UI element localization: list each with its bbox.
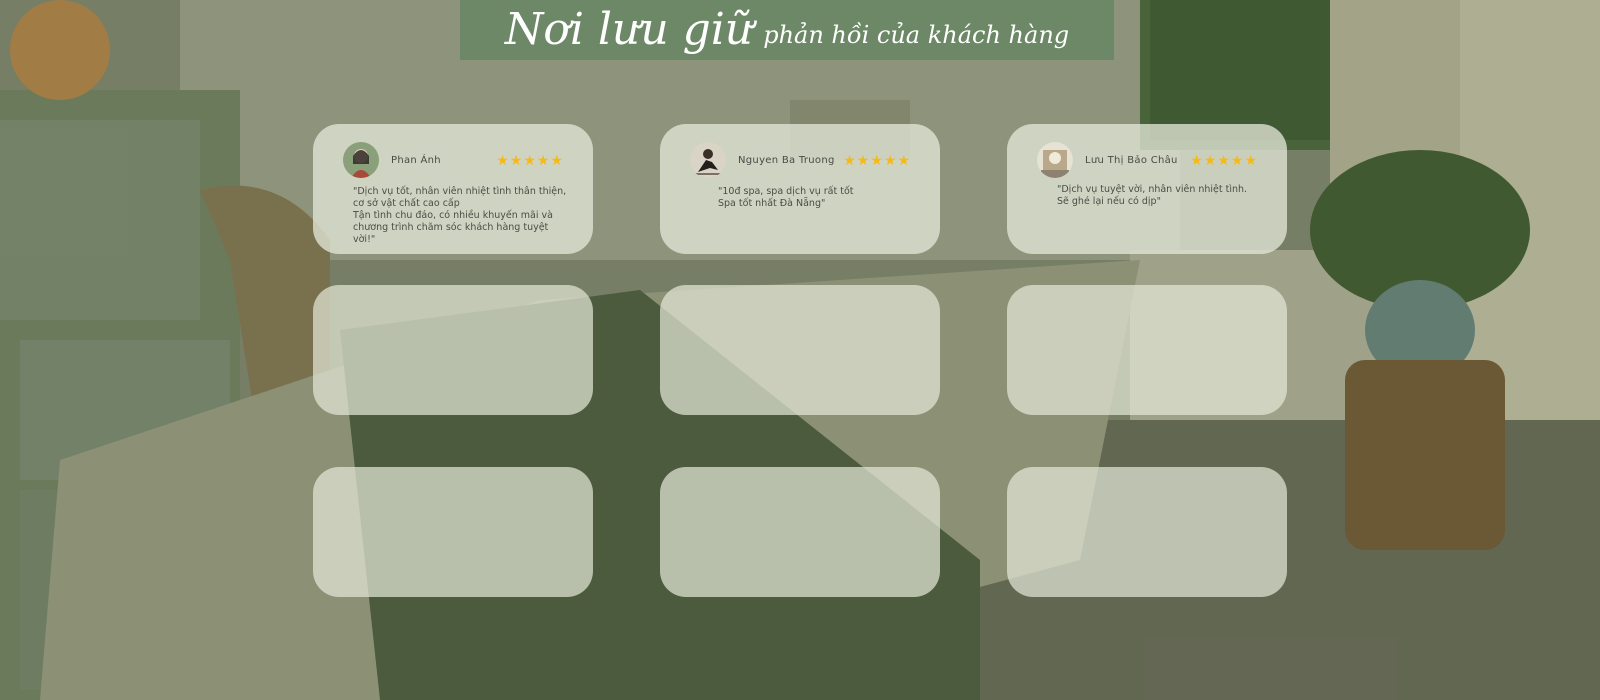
review-line: Tận tình chu đáo, có nhiều khuyến mãi và [353,210,553,221]
reviewer-name: Nguyen Ba Truong [738,154,835,166]
page-header: Nơi lưu giữ phản hồi của khách hàng [460,0,1114,60]
review-text: "Dịch vụ tốt, nhân viên nhiệt tình thân … [353,186,573,246]
review-card-header: Phan Ánh ★ ★ ★ ★ ★ [343,142,563,178]
star-icon: ★ [1244,152,1257,168]
empty-review-card [1007,285,1287,415]
reviewer-name: Lưu Thị Bảo Châu [1085,154,1178,166]
review-card-header: Lưu Thị Bảo Châu ★ ★ ★ ★ ★ [1037,142,1257,178]
star-rating: ★ ★ ★ ★ ★ [1190,153,1257,167]
empty-review-card [313,285,593,415]
review-text: "10đ spa, spa dịch vụ rất tốt Spa tốt nh… [718,186,920,210]
star-icon: ★ [550,152,563,168]
review-line: "Dịch vụ tuyệt vời, nhân viên nhiệt tình… [1057,184,1248,195]
review-line: cơ sở vật chất cao cấp [353,198,460,209]
star-icon: ★ [883,152,897,168]
review-line: "Dịch vụ tốt, nhân viên nhiệt tình thân … [353,186,567,197]
review-line: Sẽ ghé lại nếu có dịp" [1057,196,1161,207]
review-line: chương trình chăm sóc khách hàng tuyệt v… [353,222,549,245]
review-card: Lưu Thị Bảo Châu ★ ★ ★ ★ ★ "Dịch vụ tuyệ… [1007,124,1287,254]
star-rating: ★ ★ ★ ★ ★ [843,153,910,167]
user-avatar [1037,142,1073,178]
star-icon: ★ [509,152,523,168]
star-icon: ★ [1217,152,1230,168]
star-icon: ★ [843,152,856,168]
review-card-header: Nguyen Ba Truong ★ ★ ★ ★ ★ [690,142,910,178]
star-rating: ★ ★ ★ ★ ★ [496,153,563,167]
avatar-image [690,142,726,178]
avatar-image [1037,142,1073,178]
star-icon: ★ [523,152,536,168]
review-card: Phan Ánh ★ ★ ★ ★ ★ "Dịch vụ tốt, nhân vi… [313,124,593,254]
empty-review-card [1007,467,1287,597]
user-avatar [343,142,379,178]
empty-review-card [313,467,593,597]
user-avatar [690,142,726,178]
star-icon: ★ [1190,152,1203,168]
review-line: "10đ spa, spa dịch vụ rất tốt [718,186,854,197]
page-subtitle: phản hồi của khách hàng [763,21,1070,49]
review-line: Spa tốt nhất Đà Nẵng" [718,198,826,209]
star-icon: ★ [897,152,910,168]
page-title: Nơi lưu giữ [504,4,754,55]
star-icon: ★ [870,152,883,168]
star-icon: ★ [1203,152,1217,168]
empty-review-card [660,285,940,415]
review-card: Nguyen Ba Truong ★ ★ ★ ★ ★ "10đ spa, spa… [660,124,940,254]
star-icon: ★ [1230,152,1244,168]
star-icon: ★ [856,152,870,168]
star-icon: ★ [496,152,509,168]
star-icon: ★ [536,152,550,168]
empty-review-card [660,467,940,597]
reviewer-name: Phan Ánh [391,154,441,166]
review-text: "Dịch vụ tuyệt vời, nhân viên nhiệt tình… [1057,184,1267,208]
avatar-image [343,142,379,178]
